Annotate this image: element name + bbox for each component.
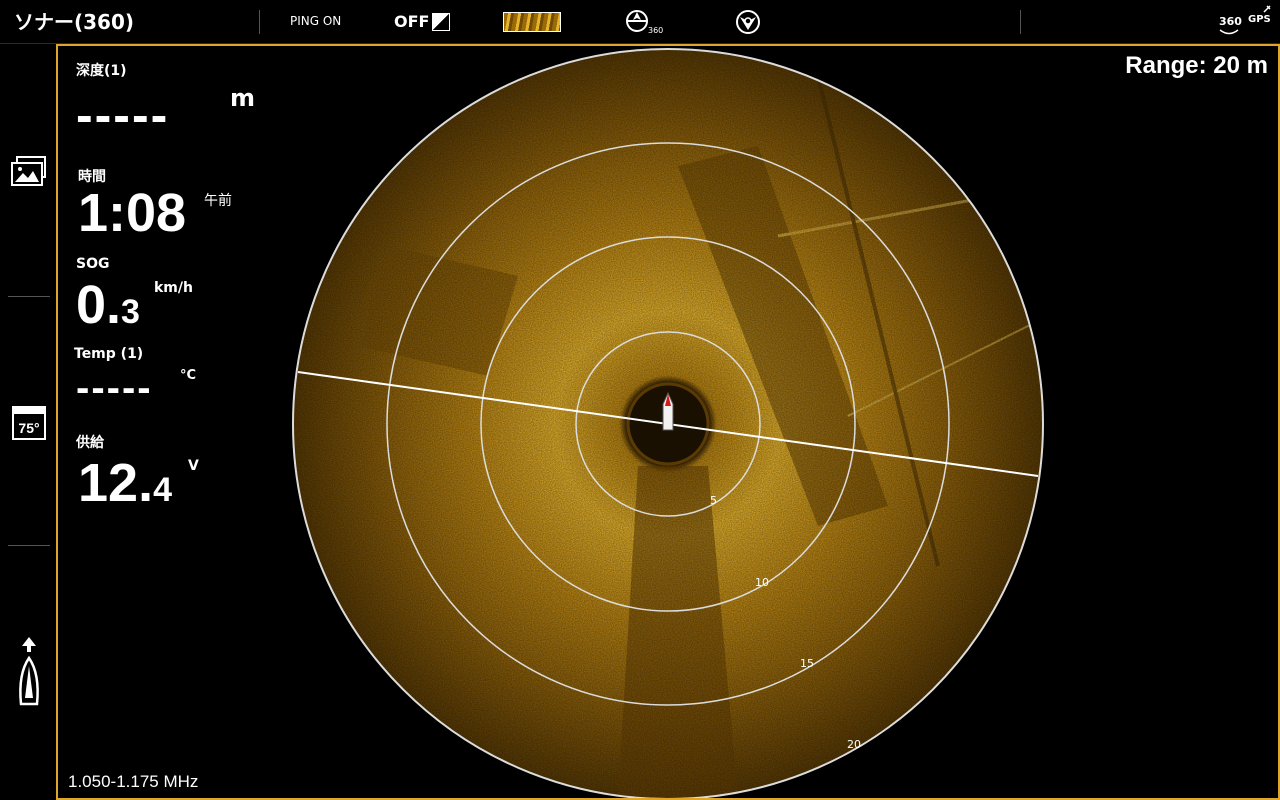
supply-value: 12.4: [78, 452, 172, 514]
water-temp-label: 75°: [18, 420, 39, 436]
sog-value: 0.3: [76, 274, 140, 336]
range-ring-label: 15: [800, 657, 814, 670]
temp-label: Temp (1): [74, 346, 144, 362]
water-temp-button[interactable]: 75°: [12, 406, 46, 444]
depth-label: 深度(1): [76, 63, 127, 79]
depth-unit: m: [230, 84, 256, 112]
beam-icon[interactable]: [734, 8, 762, 40]
divider: [1020, 10, 1021, 34]
gps-indicator: GPS: [1248, 14, 1271, 25]
frequency-label: 1.050-1.175 MHz: [68, 772, 199, 791]
data-readouts: 深度(1) ----- m 時間 1:08 午前 SOG 0.3 km/h Te…: [58, 46, 318, 646]
sog-unit: km/h: [154, 280, 193, 296]
sidebar: 75°: [0, 44, 56, 800]
time-ampm: 午前: [204, 193, 232, 209]
divider: [259, 10, 260, 34]
status-bar: ソナー(360) PING ON OFF 360 360 GPS: [0, 0, 1280, 44]
rotate-arrow-icon: [1219, 29, 1239, 35]
depth-value: -----: [76, 87, 170, 143]
range-ring-label: 10: [755, 576, 769, 589]
sidebar-divider: [8, 296, 50, 297]
sog-value-decimal: 3: [121, 293, 140, 331]
status-360-indicator: 360: [1219, 15, 1242, 28]
satellite-icon: [1263, 5, 1271, 13]
off-button[interactable]: OFF: [394, 12, 429, 31]
supply-unit: V: [188, 458, 199, 474]
temp-value: -----: [76, 366, 153, 410]
sog-label: SOG: [76, 256, 110, 272]
icon-360-label: 360: [648, 26, 663, 35]
temp-unit: °C: [180, 368, 197, 383]
sonar-palette-thumbnail[interactable]: [503, 12, 561, 32]
water-temp-icon: 75°: [12, 406, 46, 440]
range-label[interactable]: Range: 20 m: [1125, 52, 1268, 80]
sonar-view[interactable]: 5 10 15 20 深度(1) ----- m 時間 1:08 午前 SOG …: [56, 44, 1280, 800]
views-icon: [11, 156, 46, 186]
boat-heading-icon: [19, 637, 39, 706]
boat-heading-button[interactable]: [16, 636, 42, 710]
time-value: 1:08: [78, 183, 187, 243]
page-title: ソナー(360): [14, 10, 135, 34]
contrast-icon[interactable]: [432, 13, 450, 31]
sonar-360-icon[interactable]: 360: [625, 8, 667, 40]
supply-value-int: 12.: [78, 453, 154, 513]
supply-label: 供給: [76, 435, 104, 451]
sidebar-divider: [8, 545, 50, 546]
range-ring-label: 20: [847, 738, 861, 751]
ping-status[interactable]: PING ON: [290, 14, 341, 28]
range-ring-label: 5: [710, 494, 717, 507]
supply-value-decimal: 4: [153, 471, 172, 509]
sog-value-int: 0.: [76, 275, 122, 335]
views-button[interactable]: [10, 156, 48, 192]
